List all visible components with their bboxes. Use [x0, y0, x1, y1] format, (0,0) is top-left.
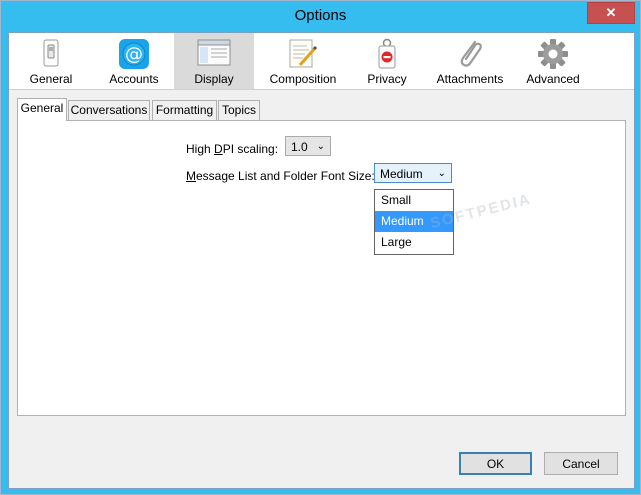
svg-text:@: @: [125, 44, 143, 65]
window-layout-icon: [197, 38, 231, 71]
dpi-scaling-select[interactable]: 1.0 ⌄: [285, 136, 331, 156]
font-size-select[interactable]: Medium ⌄: [374, 163, 452, 183]
tab-general[interactable]: General: [17, 98, 67, 121]
ok-button[interactable]: OK: [459, 452, 532, 475]
toolbar-item-general[interactable]: General: [25, 33, 77, 89]
close-button[interactable]: ✕: [587, 2, 635, 24]
pen-and-paper-icon: [287, 38, 319, 73]
cancel-button[interactable]: Cancel: [544, 452, 618, 475]
tab-formatting[interactable]: Formatting: [152, 100, 217, 120]
tab-conversations[interactable]: Conversations: [68, 100, 150, 120]
font-size-option-small[interactable]: Small: [375, 190, 453, 211]
toolbar-item-label: Privacy: [367, 72, 407, 86]
chevron-down-icon: ⌄: [437, 168, 446, 179]
toolbar-item-label: Composition: [269, 72, 337, 86]
toolbar-item-label: General: [29, 72, 73, 86]
chevron-down-icon: ⌄: [316, 141, 325, 152]
at-sign-icon: @: [118, 38, 150, 73]
tab-topics[interactable]: Topics: [218, 100, 260, 120]
dialog-client-area: General @ Accounts Display Composition P…: [8, 32, 635, 489]
toolbar-item-advanced[interactable]: Advanced: [522, 33, 584, 89]
font-size-label: Message List and Folder Font Size:: [186, 169, 375, 183]
toolbar-item-composition[interactable]: Composition: [262, 33, 344, 89]
dpi-scaling-label: High DPI scaling:: [186, 142, 279, 156]
category-toolbar: General @ Accounts Display Composition P…: [9, 33, 634, 90]
gear-icon: [537, 38, 569, 73]
window-title: Options: [294, 7, 347, 24]
toolbar-item-label: Attachments: [436, 72, 504, 86]
toolbar-item-accounts[interactable]: @ Accounts: [101, 33, 167, 89]
toolbar-item-display[interactable]: Display: [174, 33, 254, 89]
title-bar[interactable]: Options ✕: [1, 1, 640, 32]
options-window: Options ✕ General @ Accounts Display Com…: [0, 0, 641, 495]
toolbar-item-attachments[interactable]: Attachments: [431, 33, 509, 89]
general-tab-panel: High DPI scaling: 1.0 ⌄ Message List and…: [17, 120, 626, 416]
do-not-disturb-tag-icon: [376, 38, 398, 73]
font-size-value: Medium: [380, 167, 423, 181]
paperclip-icon: [455, 38, 485, 73]
font-size-option-large[interactable]: Large: [375, 232, 453, 253]
toolbar-item-label: Display: [194, 72, 234, 86]
switch-icon: [41, 38, 61, 71]
toolbar-item-label: Accounts: [109, 72, 159, 86]
toolbar-item-privacy[interactable]: Privacy: [360, 33, 414, 89]
dpi-scaling-value: 1.0: [291, 140, 308, 154]
toolbar-item-label: Advanced: [526, 72, 580, 86]
